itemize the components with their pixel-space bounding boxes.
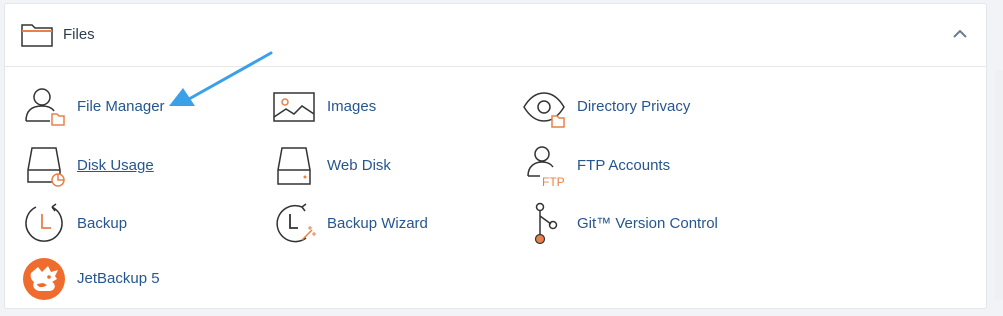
disk-usage-label: Disk Usage	[77, 157, 154, 174]
backup-link[interactable]: Backup	[22, 202, 222, 246]
git-branch-icon	[534, 202, 558, 245]
backup-wizard-link[interactable]: Backup Wizard	[272, 202, 472, 246]
file-manager-label: File Manager	[77, 98, 165, 115]
ftp-accounts-label: FTP Accounts	[577, 157, 671, 174]
panel-header[interactable]: Files	[5, 4, 986, 67]
chevron-up-icon[interactable]	[952, 28, 968, 40]
ftp-accounts-link[interactable]: FTP FTP Accounts	[522, 144, 722, 188]
section-title: Files	[63, 26, 95, 43]
web-disk-link[interactable]: Web Disk	[272, 144, 472, 188]
backup-wizard-label: Backup Wizard	[327, 215, 428, 232]
ftp-user-icon: FTP	[527, 146, 565, 188]
file-manager-link[interactable]: File Manager	[22, 85, 222, 129]
web-disk-icon	[277, 147, 311, 185]
file-manager-icon	[25, 88, 65, 126]
backup-clock-icon	[25, 203, 63, 242]
images-label: Images	[327, 98, 377, 115]
jetbackup-logo-icon	[23, 258, 65, 300]
directory-privacy-link[interactable]: Directory Privacy	[522, 85, 742, 129]
scrollbar-track[interactable]	[995, 70, 1003, 300]
image-icon	[273, 92, 315, 122]
eye-icon	[523, 92, 565, 128]
git-version-control-label: Git™ Version Control	[577, 215, 718, 232]
files-panel: Files File Manager Images Directory Priv…	[4, 3, 987, 309]
jetbackup-link[interactable]: JetBackup 5	[22, 257, 222, 301]
ftp-icon-text: FTP	[542, 175, 565, 188]
folder-icon	[21, 24, 53, 47]
backup-label: Backup	[77, 215, 128, 232]
disk-usage-icon	[27, 147, 65, 187]
git-version-control-link[interactable]: Git™ Version Control	[522, 202, 752, 246]
backup-wizard-icon	[276, 203, 316, 243]
directory-privacy-label: Directory Privacy	[577, 98, 691, 115]
disk-usage-link[interactable]: Disk Usage	[22, 144, 222, 188]
jetbackup-label: JetBackup 5	[77, 270, 160, 287]
images-link[interactable]: Images	[272, 85, 472, 129]
web-disk-label: Web Disk	[327, 157, 391, 174]
